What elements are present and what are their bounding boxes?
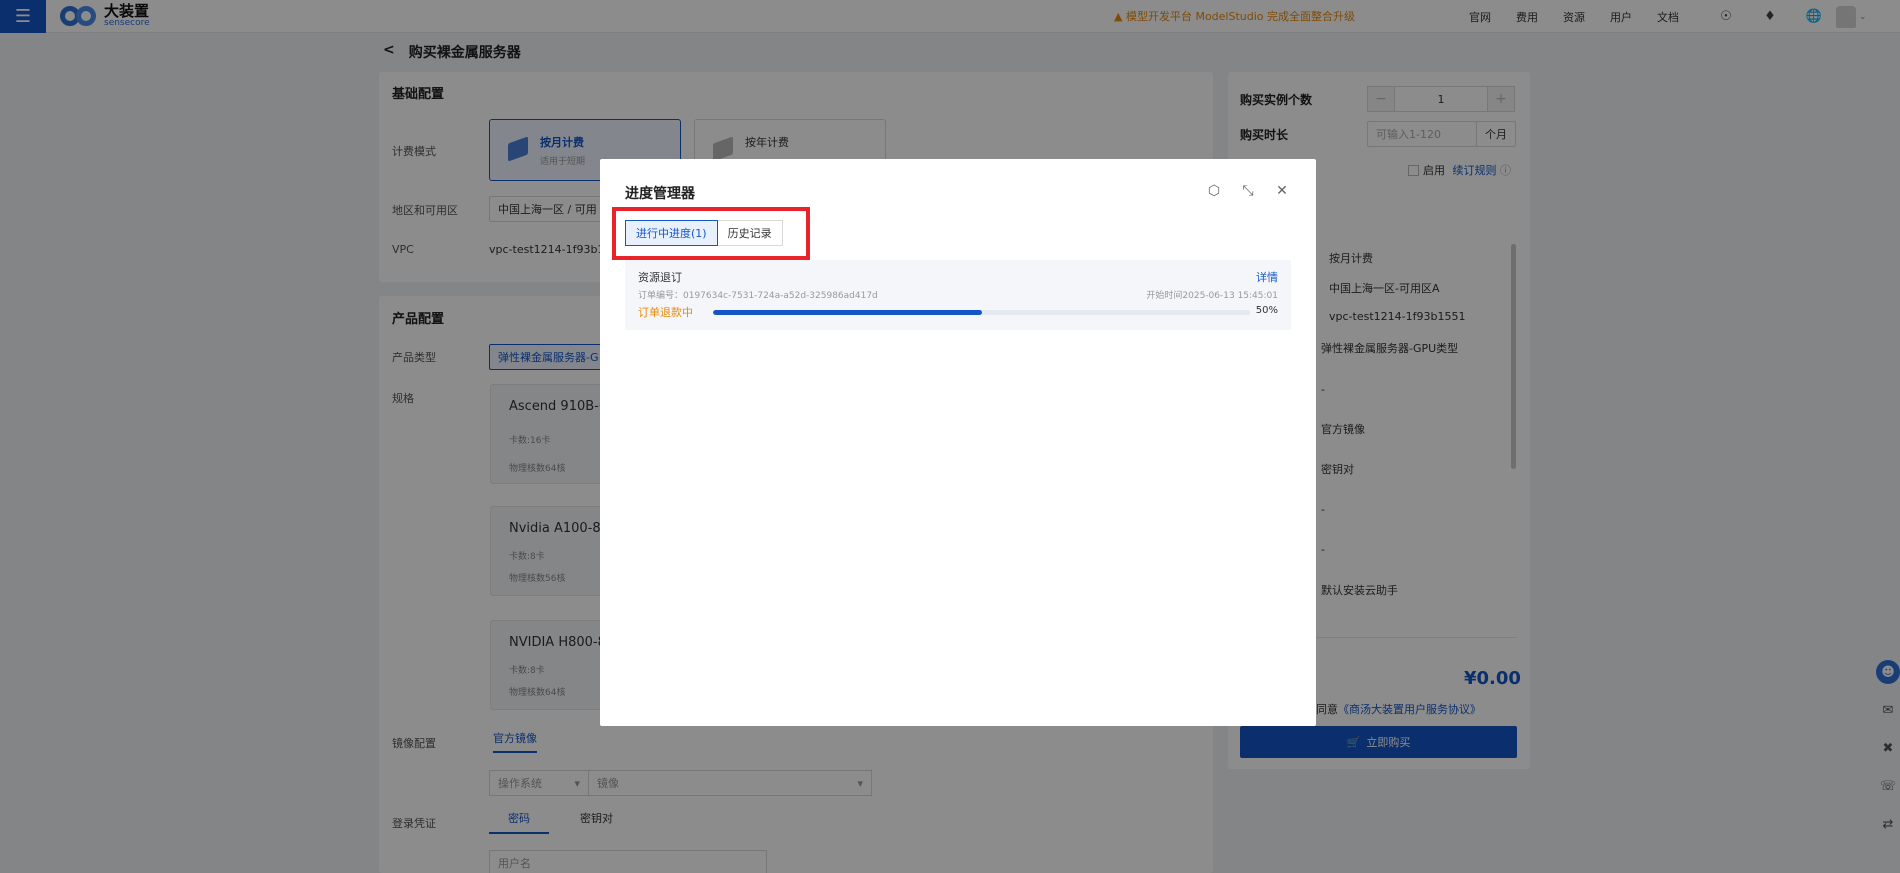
task-progress-bar: [713, 310, 1250, 315]
task-status: 订单退款中: [638, 306, 693, 319]
task-start-time: 开始时间2025-06-13 15:45:01: [1146, 291, 1278, 301]
close-icon[interactable]: ✕: [1272, 181, 1292, 201]
dialog-title: 进度管理器: [625, 186, 695, 202]
task-detail-link[interactable]: 详情: [1256, 269, 1278, 285]
progress-fill: [713, 310, 982, 315]
task-order-number: 订单编号：0197634c-7531-724a-a52d-325986ad417…: [638, 291, 878, 301]
task-percent: 50%: [1255, 305, 1278, 316]
settings-icon[interactable]: ⬡: [1204, 181, 1224, 201]
task-item: 资源退订 详情 订单编号：0197634c-7531-724a-a52d-325…: [625, 260, 1291, 330]
task-name: 资源退订: [638, 271, 682, 284]
tabs-highlight-annotation: [612, 207, 810, 260]
minimize-icon[interactable]: ⤡: [1238, 181, 1258, 201]
